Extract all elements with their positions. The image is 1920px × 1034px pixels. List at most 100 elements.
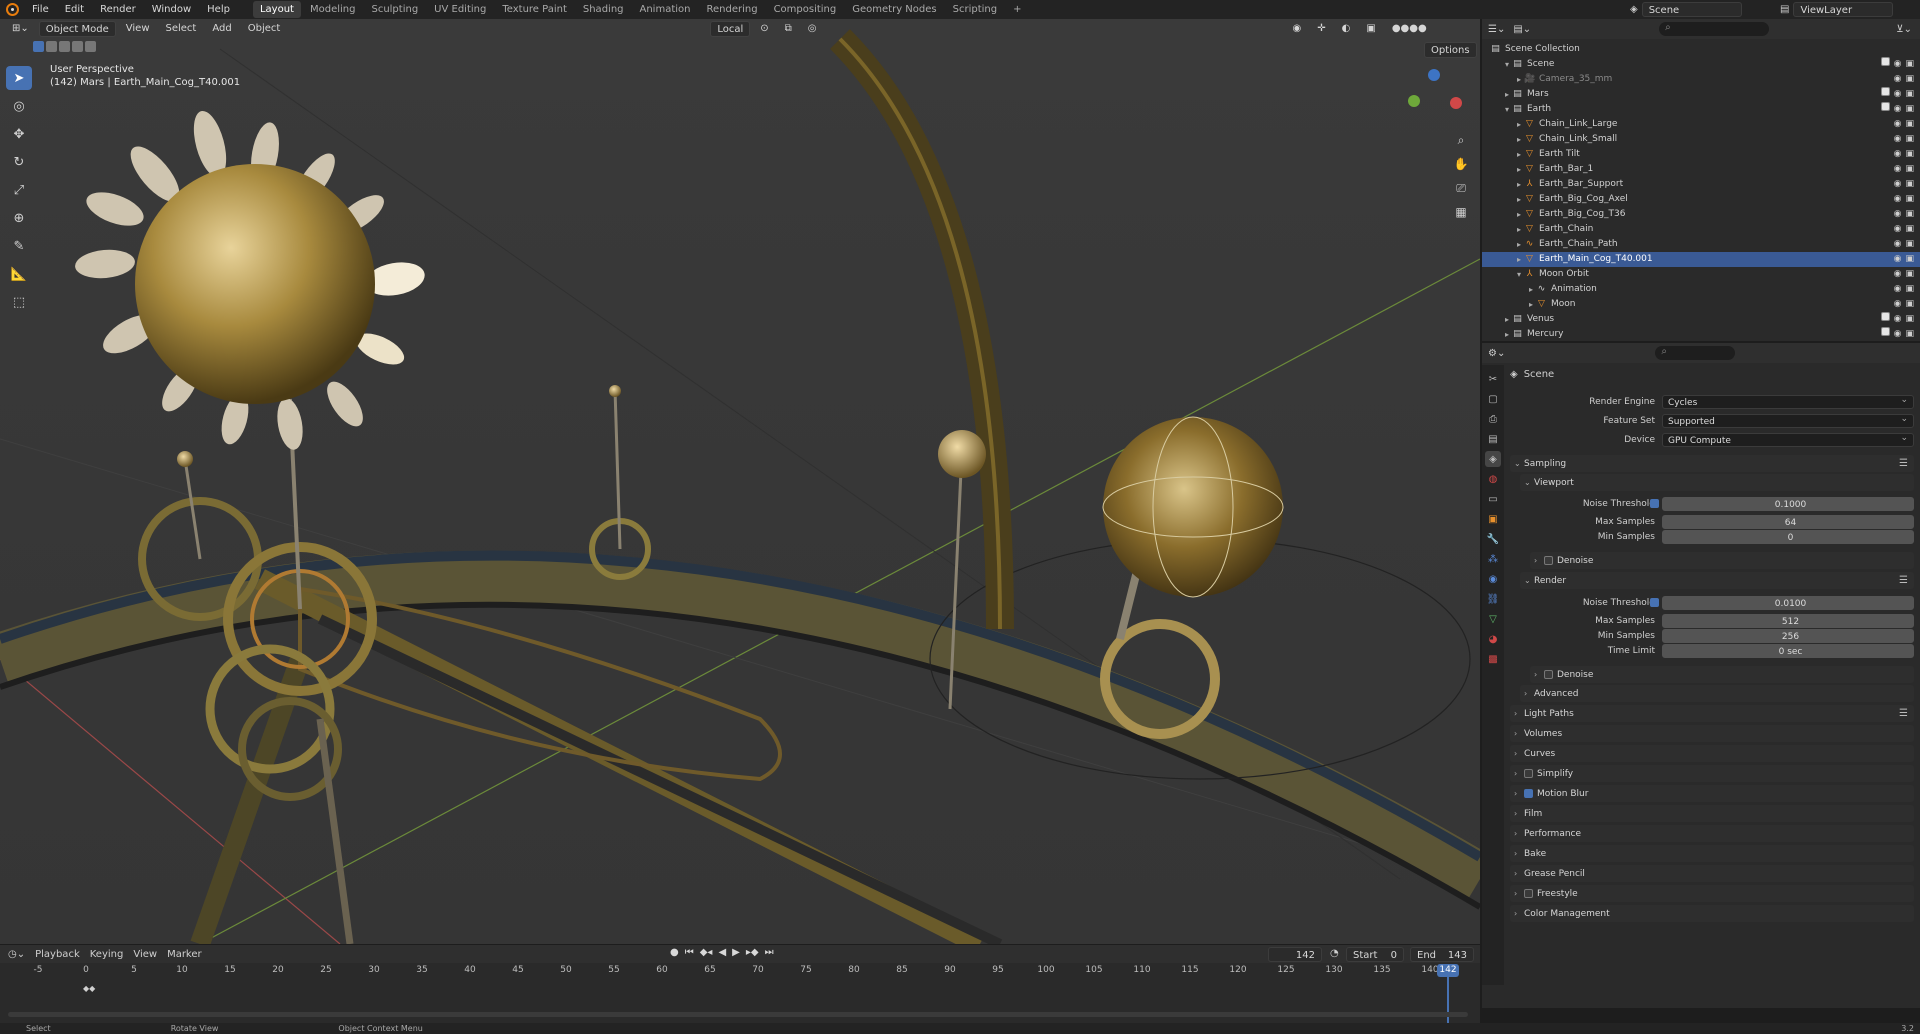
expanded-arrow-icon[interactable]: ▾ [1514, 267, 1524, 282]
r-noise-threshold-field[interactable]: 0.0100 [1662, 595, 1914, 610]
timeline-editor-icon[interactable]: ◷⌄ [8, 949, 25, 960]
performance-section[interactable]: › Performance [1510, 825, 1914, 842]
eye-icon[interactable]: ◉ [1894, 222, 1902, 237]
eye-icon[interactable]: ◉ [1894, 147, 1902, 162]
simplify-section[interactable]: › Simplify [1510, 765, 1914, 782]
navigation-gizmo[interactable] [1408, 65, 1468, 125]
render-toggle-icon[interactable]: ▣ [1905, 312, 1914, 327]
outliner-row[interactable]: ▸ ▽ Earth Tilt ◉ ▣ [1482, 147, 1920, 162]
r-noise-threshold-checkbox[interactable] [1650, 598, 1659, 607]
render-toggle-icon[interactable]: ▣ [1905, 102, 1914, 117]
collapsed-arrow-icon[interactable]: ▸ [1514, 207, 1524, 222]
select-intersect-icon[interactable] [85, 41, 96, 52]
eye-icon[interactable]: ◉ [1894, 117, 1902, 132]
exclude-checkbox[interactable] [1880, 57, 1890, 66]
eye-icon[interactable]: ◉ [1894, 72, 1902, 87]
eye-icon[interactable]: ◉ [1894, 237, 1902, 252]
render-tab-icon[interactable]: ▢ [1485, 391, 1501, 407]
bake-section[interactable]: › Bake [1510, 845, 1914, 862]
properties-editor-icon[interactable]: ⚙⌄ [1488, 348, 1505, 359]
record-icon[interactable]: ● [670, 947, 679, 958]
workspace-tab-geometry-nodes[interactable]: Geometry Nodes [845, 1, 943, 18]
object-tab-icon[interactable]: ▣ [1485, 511, 1501, 527]
jump-end-icon[interactable]: ⏭ [765, 947, 774, 958]
pan-hand-icon[interactable]: ✋ [1450, 153, 1472, 175]
display-mode-icon[interactable]: ▤⌄ [1513, 24, 1531, 35]
3d-viewport[interactable]: User Perspective (142) Mars | Earth_Main… [0, 19, 1480, 944]
tool-tab-icon[interactable]: ✂ [1485, 371, 1501, 387]
cursor-tool-icon[interactable]: ◎ [6, 94, 32, 118]
eye-icon[interactable]: ◉ [1894, 162, 1902, 177]
eye-icon[interactable]: ◉ [1894, 207, 1902, 222]
output-tab-icon[interactable]: ⎙ [1485, 411, 1501, 427]
eye-icon[interactable]: ◉ [1894, 177, 1902, 192]
film-section[interactable]: › Film [1510, 805, 1914, 822]
move-tool-icon[interactable]: ✥ [6, 122, 32, 146]
sampling-section[interactable]: ⌄ Sampling ☰ [1510, 455, 1914, 472]
render-toggle-icon[interactable]: ▣ [1905, 162, 1914, 177]
exclude-checkbox[interactable] [1880, 312, 1890, 321]
eye-icon[interactable]: ◉ [1894, 252, 1902, 267]
view-layer-tab-icon[interactable]: ▤ [1485, 431, 1501, 447]
collapsed-arrow-icon[interactable]: ▸ [1514, 177, 1524, 192]
freestyle-checkbox[interactable] [1524, 889, 1533, 898]
camera-view-icon[interactable]: ⎚ [1450, 177, 1472, 199]
r-denoise-subsection[interactable]: › Denoise [1530, 666, 1914, 683]
outliner-row[interactable]: ▸ 🎥 Camera_35_mm ◉ ▣ [1482, 72, 1920, 87]
workspace-tab-rendering[interactable]: Rendering [699, 1, 764, 18]
vp-noise-threshold-field[interactable]: 0.1000 [1662, 496, 1914, 511]
collapsed-arrow-icon[interactable]: ▸ [1514, 237, 1524, 252]
workspace-tab-shading[interactable]: Shading [576, 1, 631, 18]
eye-icon[interactable]: ◉ [1894, 102, 1902, 117]
eye-icon[interactable]: ◉ [1894, 132, 1902, 147]
transform-tool-icon[interactable]: ⊕ [6, 206, 32, 230]
measure-tool-icon[interactable]: 📐 [6, 262, 32, 286]
feature-set-dropdown[interactable]: Supported [1662, 412, 1914, 428]
annotate-tool-icon[interactable]: ✎ [6, 234, 32, 258]
grid-view-icon[interactable]: ▦ [1450, 201, 1472, 223]
keyframe-diamonds-icon[interactable]: ◆◆ [83, 984, 95, 993]
outliner-row[interactable]: ▾ ⅄ Moon Orbit ◉ ▣ [1482, 267, 1920, 282]
outliner-row[interactable]: ▸ ▽ Chain_Link_Large ◉ ▣ [1482, 117, 1920, 132]
workspace-tab-sculpting[interactable]: Sculpting [364, 1, 425, 18]
outliner-row[interactable]: ▸ ▽ Earth_Main_Cog_T40.001 ◉ ▣ [1482, 252, 1920, 267]
render-subsection[interactable]: ⌄ Render ☰ [1520, 572, 1914, 589]
timeline-menu-marker[interactable]: Marker [167, 949, 202, 960]
select-tool-icon[interactable]: ➤ [6, 66, 32, 90]
collapsed-arrow-icon[interactable]: ▸ [1514, 192, 1524, 207]
workspace-tab-animation[interactable]: Animation [633, 1, 698, 18]
advanced-subsection[interactable]: › Advanced [1520, 685, 1914, 702]
outliner-editor-icon[interactable]: ☰⌄ [1488, 24, 1505, 35]
eye-icon[interactable]: ◉ [1894, 57, 1902, 72]
render-toggle-icon[interactable]: ▣ [1905, 57, 1914, 72]
render-toggle-icon[interactable]: ▣ [1905, 207, 1914, 222]
render-toggle-icon[interactable]: ▣ [1905, 117, 1914, 132]
blender-logo-icon[interactable] [6, 3, 19, 16]
outliner-row[interactable]: ▸ ▽ Earth_Big_Cog_Axel ◉ ▣ [1482, 192, 1920, 207]
outliner-row[interactable]: ▸ ▽ Earth_Chain ◉ ▣ [1482, 222, 1920, 237]
texture-tab-icon[interactable]: ▩ [1485, 651, 1501, 667]
workspace-tab-compositing[interactable]: Compositing [767, 1, 844, 18]
render-toggle-icon[interactable]: ▣ [1905, 267, 1914, 282]
timeline-menu-keying[interactable]: Keying [90, 949, 124, 960]
workspace-tab-scripting[interactable]: Scripting [946, 1, 1004, 18]
light-paths-section[interactable]: › Light Paths ☰ [1510, 705, 1914, 722]
play-icon[interactable]: ▶ [732, 947, 740, 958]
modifier-tab-icon[interactable]: 🔧 [1485, 531, 1501, 547]
select-extend-icon[interactable] [46, 41, 57, 52]
physics-tab-icon[interactable]: ◉ [1485, 571, 1501, 587]
filter-icon[interactable]: ⊻⌄ [1896, 24, 1912, 35]
vp-denoise-checkbox[interactable] [1544, 556, 1553, 565]
editor-type-icon[interactable]: ⊞⌄ [6, 21, 35, 37]
gizmo-toggle-icon[interactable]: ✛ [1311, 21, 1331, 37]
timeline-menu-view[interactable]: View [133, 949, 157, 960]
add-workspace-button[interactable]: + [1006, 1, 1028, 18]
render-toggle-icon[interactable]: ▣ [1905, 87, 1914, 102]
render-toggle-icon[interactable]: ▣ [1905, 297, 1914, 312]
proportional-edit-icon[interactable]: ◎ [802, 21, 823, 37]
render-toggle-icon[interactable]: ▣ [1905, 237, 1914, 252]
collection-tab-icon[interactable]: ▭ [1485, 491, 1501, 507]
rotate-tool-icon[interactable]: ↻ [6, 150, 32, 174]
outliner-row[interactable]: ▸ ∿ Animation ◉ ▣ [1482, 282, 1920, 297]
add-cube-tool-icon[interactable]: ⬚ [6, 290, 32, 314]
